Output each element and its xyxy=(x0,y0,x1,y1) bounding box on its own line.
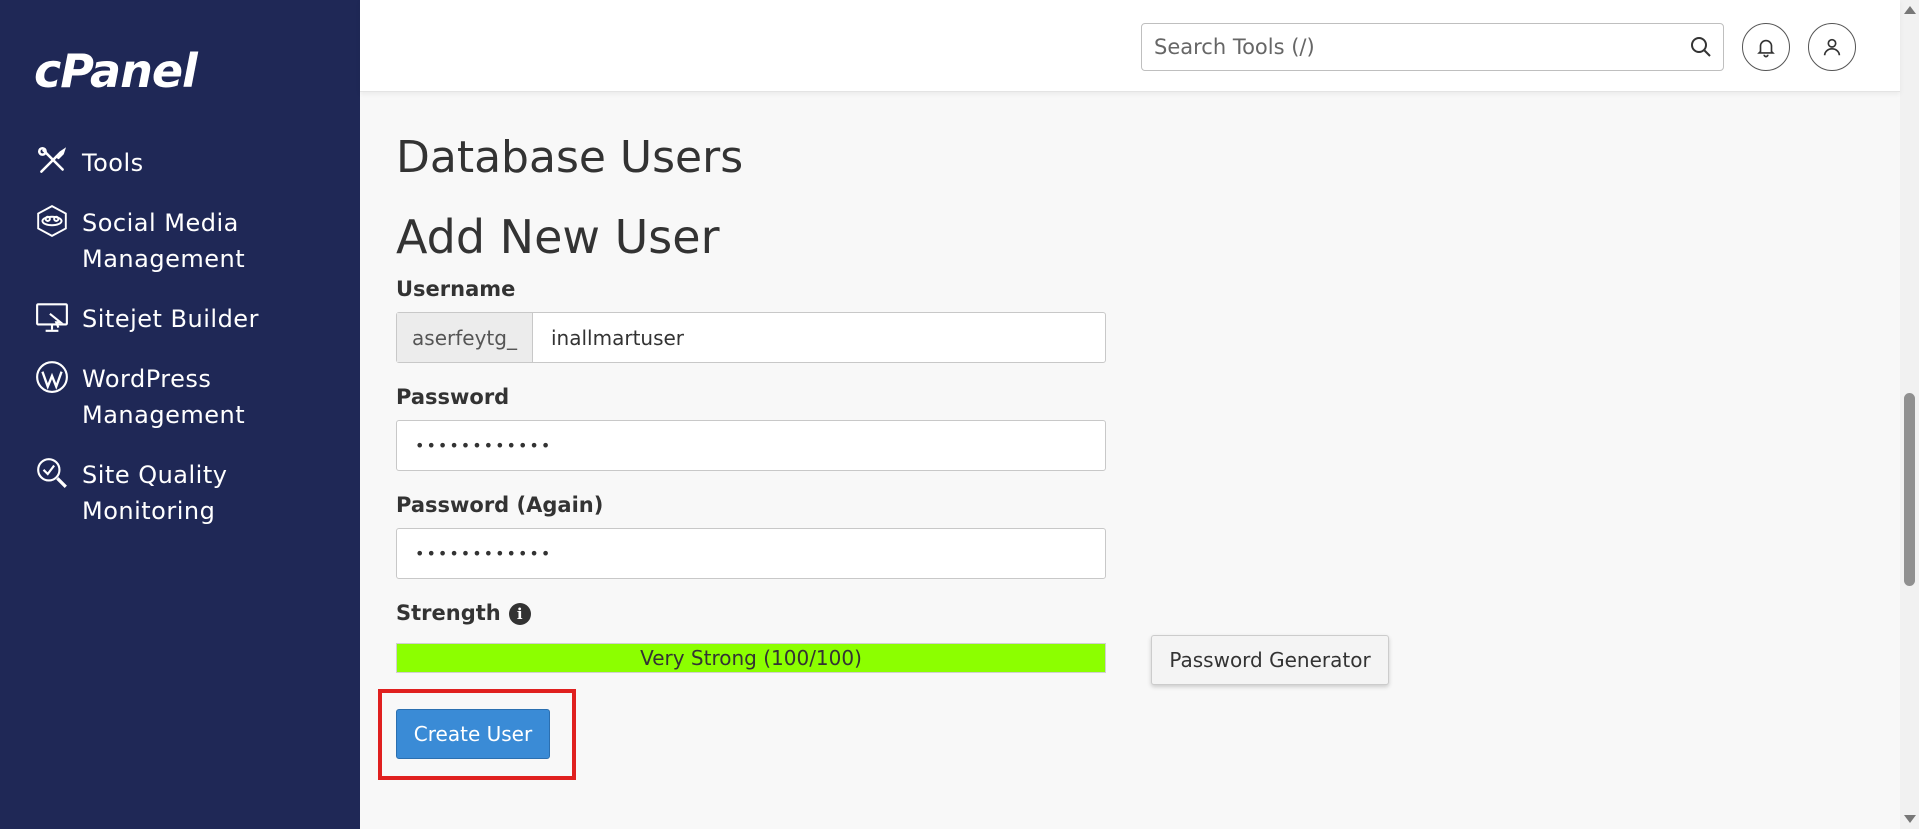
cpanel-logo[interactable]: cPanel xyxy=(34,44,198,98)
sidebar-nav: Tools Social Media Management Sitejet Bu… xyxy=(34,145,344,553)
bell-icon xyxy=(1757,39,1775,58)
sitejet-icon xyxy=(34,299,70,335)
sidebar-item-label: Sitejet Builder xyxy=(82,305,259,333)
password-again-field xyxy=(396,528,1106,579)
sidebar-item-label: Social Media Management xyxy=(82,209,246,273)
password-field xyxy=(396,420,1106,471)
social-media-icon xyxy=(34,203,70,239)
username-input[interactable] xyxy=(533,313,1105,362)
search-input[interactable] xyxy=(1154,24,1674,70)
scroll-up-arrow-icon[interactable] xyxy=(1904,6,1916,14)
page-title: Database Users xyxy=(396,132,744,183)
username-label: Username xyxy=(396,277,516,301)
scrollbar-thumb[interactable] xyxy=(1904,393,1915,586)
strength-label-row: Strength i xyxy=(396,601,531,625)
sidebar-item-label: Tools xyxy=(82,149,144,177)
sidebar-item-label: Site Quality Monitoring xyxy=(82,461,228,525)
vertical-scrollbar[interactable] xyxy=(1900,0,1919,829)
wordpress-icon xyxy=(34,359,70,395)
strength-label: Strength xyxy=(396,601,501,625)
main-content: Database Users Add New User Username ase… xyxy=(360,92,1900,829)
sidebar: cPanel Tools Social Media Management Sit… xyxy=(0,0,360,829)
sidebar-item-tools[interactable]: Tools xyxy=(34,145,344,181)
section-title: Add New User xyxy=(396,210,720,264)
username-input-group: aserfeytg_ xyxy=(396,312,1106,363)
scroll-down-arrow-icon[interactable] xyxy=(1904,815,1916,823)
sidebar-item-site-quality[interactable]: Site Quality Monitoring xyxy=(34,457,344,529)
password-again-input[interactable] xyxy=(397,529,1105,578)
password-again-label: Password (Again) xyxy=(396,493,604,517)
site-quality-icon xyxy=(34,455,70,491)
sidebar-item-label: WordPress Management xyxy=(82,365,246,429)
info-icon[interactable]: i xyxy=(508,603,531,625)
app-root: cPanel Tools Social Media Management Sit… xyxy=(0,0,1919,829)
sidebar-item-sitejet[interactable]: Sitejet Builder xyxy=(34,301,344,337)
password-generator-button[interactable]: Password Generator xyxy=(1151,635,1389,685)
top-header xyxy=(360,0,1900,92)
password-label: Password xyxy=(396,385,510,409)
sidebar-item-social-media[interactable]: Social Media Management xyxy=(34,205,344,277)
search-icon[interactable] xyxy=(1689,35,1713,59)
user-menu-button[interactable] xyxy=(1808,23,1856,71)
user-icon xyxy=(1823,38,1841,56)
notifications-button[interactable] xyxy=(1742,23,1790,71)
tools-icon xyxy=(34,143,70,179)
password-input[interactable] xyxy=(397,421,1105,470)
create-user-button[interactable]: Create User xyxy=(396,709,550,759)
strength-meter-text: Very Strong (100/100) xyxy=(640,646,862,670)
search-box xyxy=(1141,23,1724,71)
strength-meter: Very Strong (100/100) xyxy=(396,643,1106,673)
username-prefix: aserfeytg_ xyxy=(397,313,533,362)
sidebar-item-wordpress[interactable]: WordPress Management xyxy=(34,361,344,433)
